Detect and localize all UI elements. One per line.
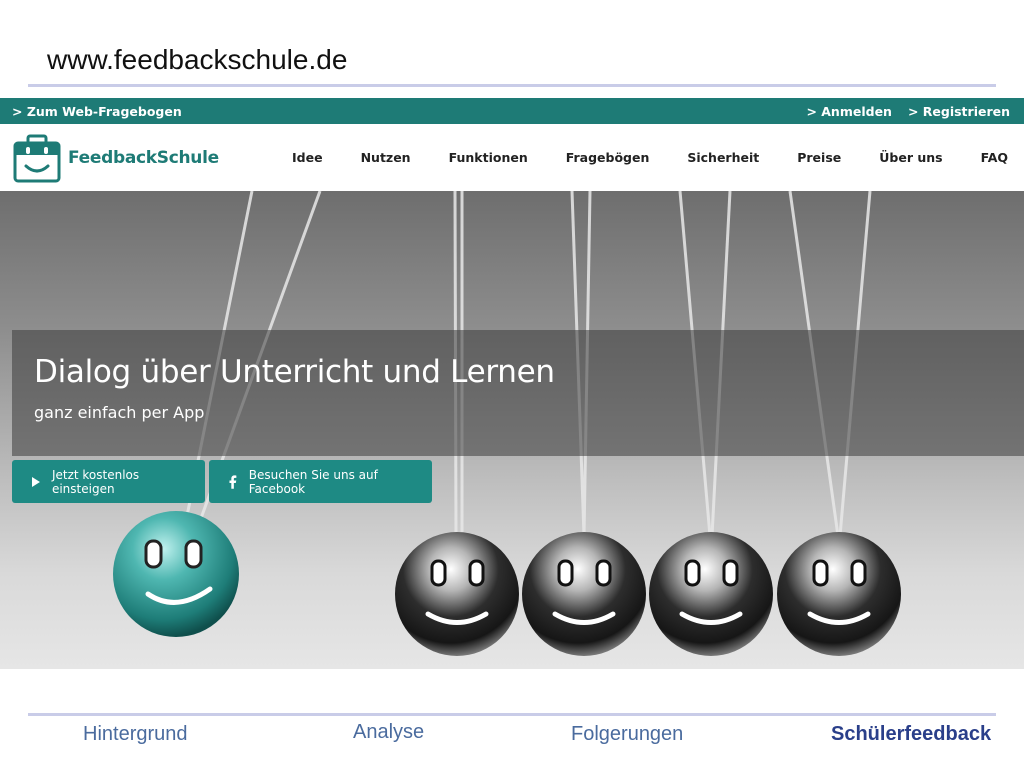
chrome-ball-1	[395, 532, 519, 656]
pendulum-balls	[113, 511, 901, 656]
top-utility-bar: > Zum Web-Fragebogen > Anmelden > Regist…	[0, 98, 1024, 124]
main-menu: Idee Nutzen Funktionen Fragebögen Sicher…	[254, 150, 1008, 165]
site-logo[interactable]: FeedbackSchule	[12, 133, 219, 183]
hero-banner: Dialog über Unterricht und Lernen ganz e…	[0, 191, 1024, 669]
logo-text: FeedbackSchule	[68, 148, 219, 168]
menu-item-sicherheit[interactable]: Sicherheit	[687, 150, 759, 165]
tab-analyse[interactable]: Analyse	[353, 721, 424, 744]
menu-item-preise[interactable]: Preise	[797, 150, 841, 165]
menu-item-faq[interactable]: FAQ	[981, 150, 1008, 165]
tab-schuelerfeedback[interactable]: Schülerfeedback	[831, 723, 991, 746]
main-navbar: FeedbackSchule Idee Nutzen Funktionen Fr…	[0, 124, 1024, 191]
chrome-ball-4	[777, 532, 901, 656]
menu-item-ueber-uns[interactable]: Über uns	[879, 150, 942, 165]
menu-item-frageboegen[interactable]: Fragebögen	[566, 150, 650, 165]
top-divider	[28, 84, 996, 87]
briefcase-smile-icon	[13, 134, 61, 183]
slide-title-url: www.feedbackschule.de	[47, 44, 348, 75]
chrome-ball-2	[522, 532, 646, 656]
register-link[interactable]: > Registrieren	[908, 104, 1010, 119]
menu-item-funktionen[interactable]: Funktionen	[449, 150, 528, 165]
login-link[interactable]: > Anmelden	[806, 104, 892, 119]
menu-item-nutzen[interactable]: Nutzen	[361, 150, 411, 165]
tab-folgerungen[interactable]: Folgerungen	[571, 723, 683, 746]
chrome-ball-3	[649, 532, 773, 656]
web-survey-link[interactable]: > Zum Web-Fragebogen	[12, 104, 182, 119]
bottom-divider	[28, 713, 996, 716]
tab-hintergrund[interactable]: Hintergrund	[83, 723, 188, 746]
menu-item-idee[interactable]: Idee	[292, 150, 323, 165]
teal-ball	[113, 511, 239, 637]
